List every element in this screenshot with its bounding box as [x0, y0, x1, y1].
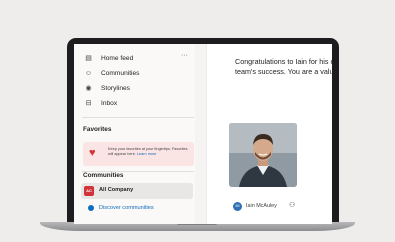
communities-icon: ☺	[84, 69, 93, 77]
nav-item-label: Communities	[101, 69, 140, 77]
nav-item-communities[interactable]: ☺ Communities	[84, 66, 192, 80]
inbox-icon: ⊟	[85, 100, 92, 107]
divider	[82, 117, 194, 118]
heart-icon: ♥	[89, 147, 96, 159]
nav-item-home-feed[interactable]: ▤ Home feed ···	[84, 51, 192, 65]
nav-item-inbox[interactable]: ⊟ Inbox	[84, 96, 192, 110]
nav-item-storylines[interactable]: ◉ Storylines	[84, 81, 192, 95]
nav-item-label: Inbox	[101, 99, 118, 107]
storylines-icon: ◉	[85, 85, 92, 92]
post-photo[interactable]	[229, 123, 297, 187]
author-name[interactable]: Iain McAuley	[246, 203, 277, 209]
post-text-line: Congratulations to Iain for his ou	[235, 57, 332, 66]
compass-icon	[88, 205, 94, 211]
app-screen: ▤ Home feed ··· ☺ Communities ◉ Storylin…	[74, 44, 332, 224]
favorites-title: Favorites	[83, 126, 112, 133]
home-icon: ▤	[85, 55, 92, 62]
community-name: All Company	[99, 187, 134, 193]
people-icon[interactable]: ⚇	[289, 201, 295, 209]
favorites-card-text: Keep your favorites at your fingertips. …	[108, 147, 192, 157]
discover-label: Discover communities	[99, 205, 154, 211]
post-text-line: team's success. You are a valuabl	[235, 67, 332, 76]
post-body: Congratulations to Iain for his ou team'…	[235, 57, 332, 77]
author-avatar[interactable]: IM	[233, 202, 242, 211]
community-item-all-company[interactable]: AC All Company	[81, 183, 193, 199]
communities-title: Communities	[83, 172, 124, 179]
favorites-card: ♥ Keep your favorites at your fingertips…	[83, 142, 194, 166]
left-navigation: ▤ Home feed ··· ☺ Communities ◉ Storylin…	[74, 44, 195, 224]
learn-more-link[interactable]: Learn more	[137, 152, 156, 156]
portrait-illustration	[229, 123, 297, 187]
community-badge: AC	[84, 186, 94, 196]
more-options-icon[interactable]: ···	[181, 52, 188, 59]
nav-item-label: Storylines	[101, 84, 130, 92]
post-pane: Congratulations to Iain for his ou team'…	[206, 44, 332, 224]
discover-communities-link[interactable]: Discover communities	[88, 205, 154, 211]
nav-item-label: Home feed	[101, 54, 134, 62]
